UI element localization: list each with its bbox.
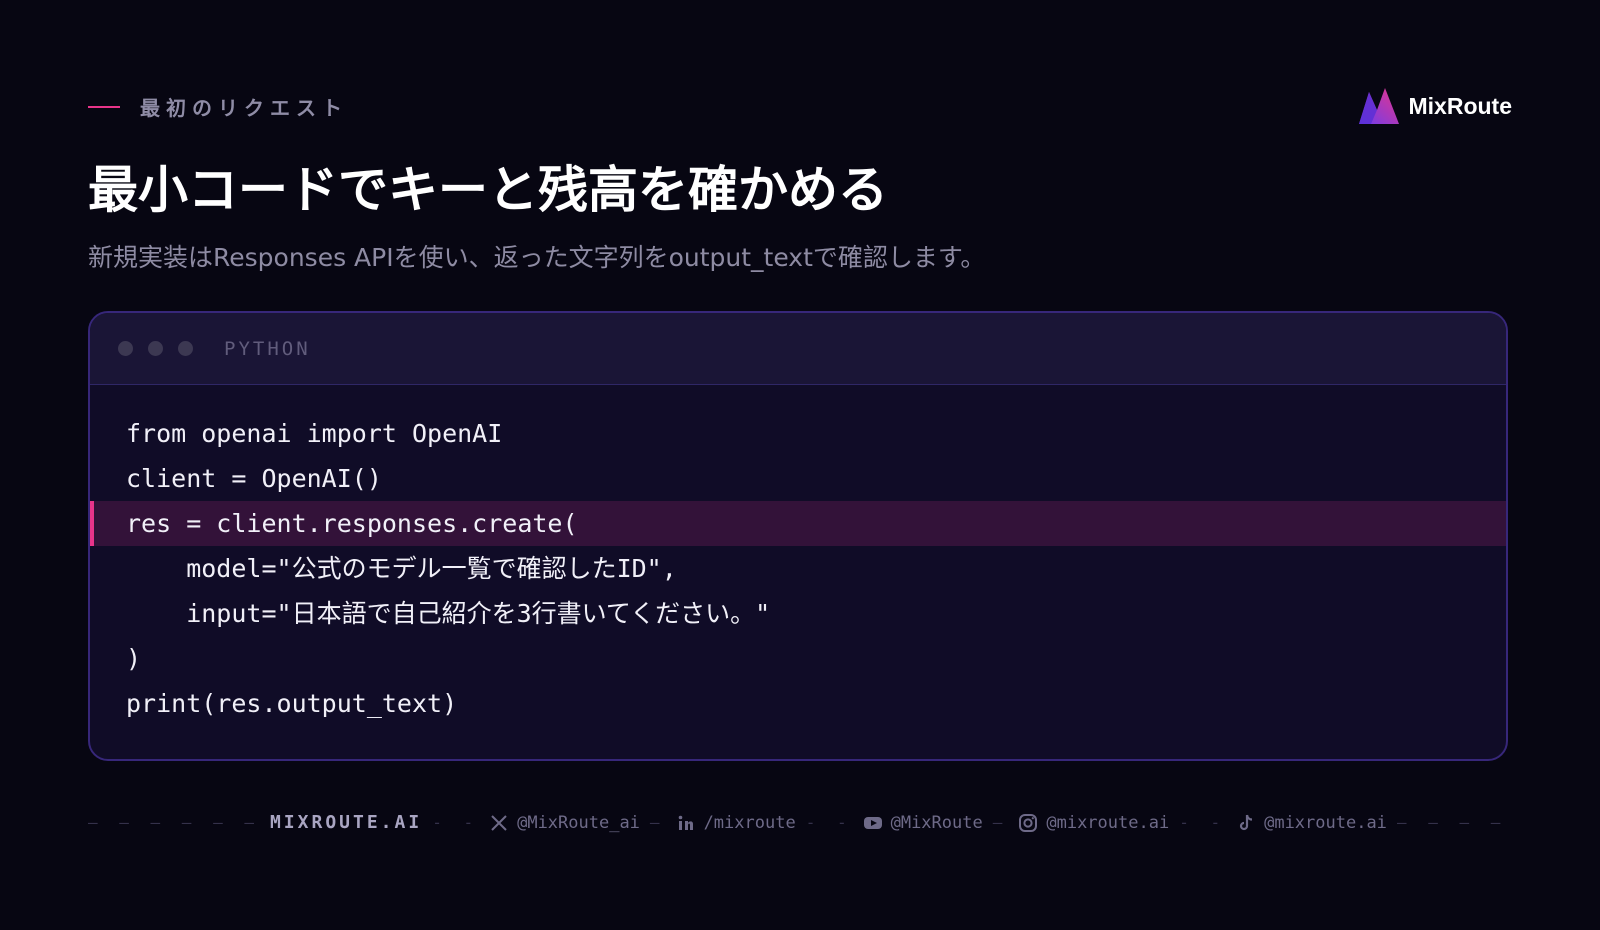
eyebrow-accent-line [88,105,120,108]
code-window: PYTHON from openai import OpenAI client … [88,311,1508,761]
code-header: PYTHON [90,313,1506,385]
x-icon [489,813,509,833]
social-instagram-label: @mixroute.ai [1046,812,1170,833]
footer-divider: – [649,813,666,832]
social-tiktok-label: @mixroute.ai [1264,812,1387,833]
code-body: from openai import OpenAI client = OpenA… [90,385,1506,726]
footer-brand[interactable]: MIXROUTE.AI [270,812,422,833]
code-line: model="公式のモデル一覧で確認したID", [126,554,677,583]
brand-name: MixRoute [1408,92,1513,119]
social-x-label: @MixRoute_ai [517,812,640,833]
window-dot-icon [148,341,163,356]
instagram-icon [1018,813,1038,833]
social-youtube[interactable]: @MixRoute [863,813,983,833]
footer-divider: – – – – – – [88,813,260,832]
social-instagram[interactable]: @mixroute.ai [1018,813,1169,833]
footer-divider: - - [432,813,480,832]
eyebrow: 最初のリクエスト [88,92,348,121]
eyebrow-text: 最初のリクエスト [140,96,348,120]
tiktok-icon [1236,813,1256,833]
youtube-icon [863,813,883,833]
mixroute-logo-icon [1358,88,1399,124]
footer-divider: - - [1179,813,1227,832]
footer-divider: - - [805,813,853,832]
code-line-highlighted: res = client.responses.create( [90,501,1506,546]
social-x[interactable]: @MixRoute_ai [489,813,640,833]
social-tiktok[interactable]: @mixroute.ai [1236,813,1387,833]
social-youtube-label: @MixRoute [890,812,983,833]
code-line: client = OpenAI() [126,464,382,493]
window-dot-icon [178,341,193,356]
linkedin-icon [676,813,696,833]
page-title: 最小コードでキーと残高を確かめる [88,161,888,219]
code-language-label: PYTHON [224,337,311,360]
social-linkedin-label: /mixroute [703,812,796,833]
code-line: ) [126,644,142,673]
code-line: input="日本語で自己紹介を3行書いてください。" [126,599,771,628]
window-dot-icon [118,341,133,356]
code-line: from openai import OpenAI [126,419,503,448]
footer-divider: – [992,813,1009,832]
code-line: print(res.output_text) [126,689,458,718]
page-subtitle: 新規実装はResponses APIを使い、返った文字列をoutput_text… [88,243,986,272]
footer-divider: – – – – – – [1396,813,1508,832]
brand-logo: MixRoute [1357,86,1513,126]
social-linkedin[interactable]: /mixroute [676,813,796,833]
footer: – – – – – – MIXROUTE.AI - - @MixRoute_ai… [88,812,1508,833]
